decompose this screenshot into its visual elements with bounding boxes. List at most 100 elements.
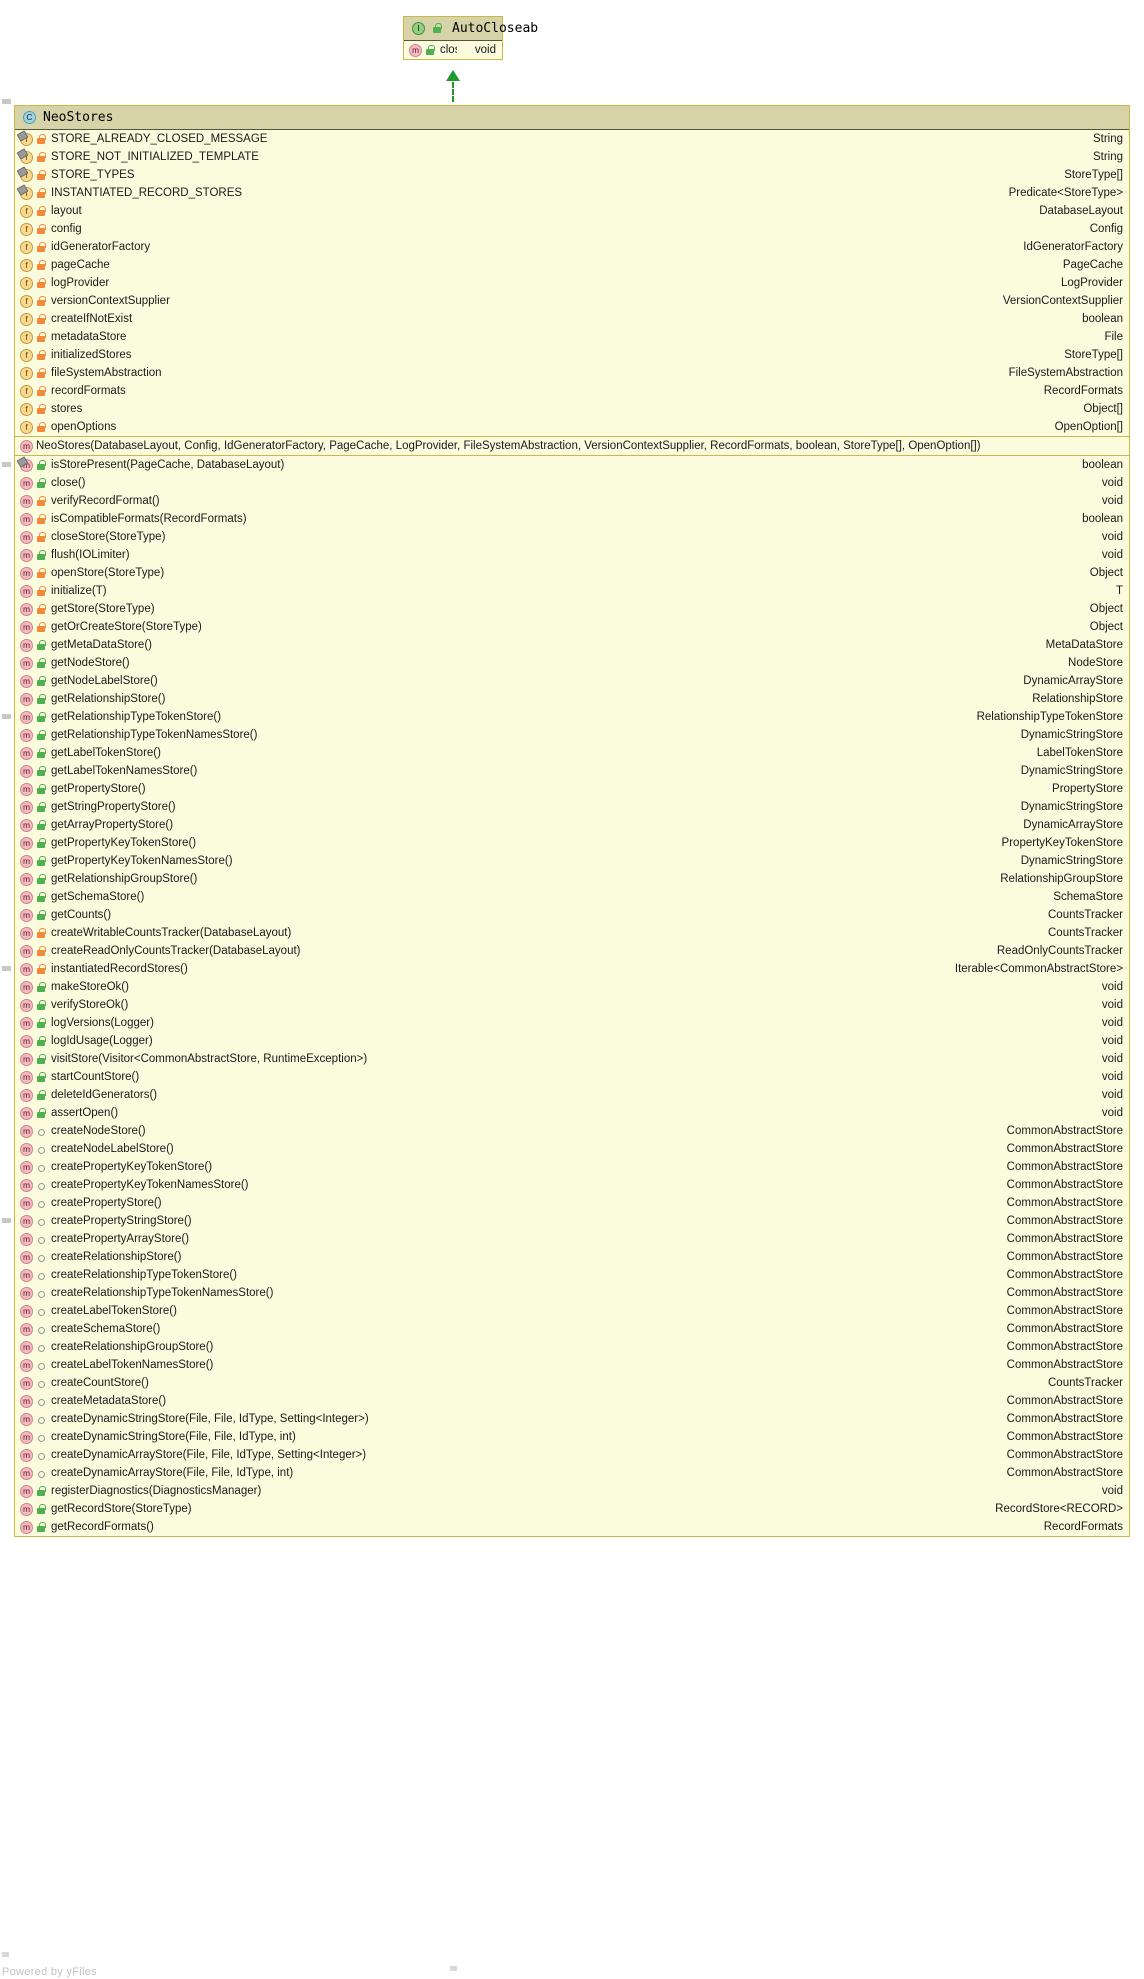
- method-row[interactable]: m closeStore(StoreType) void: [15, 528, 1129, 546]
- method-row[interactable]: m flush(IOLimiter) void: [15, 546, 1129, 564]
- method-name: createCountStore(): [51, 1377, 149, 1389]
- private-lock-icon: [36, 259, 47, 272]
- method-row[interactable]: m createRelationshipTypeTokenStore() Commo…: [15, 1266, 1129, 1284]
- private-lock-icon: [36, 963, 47, 976]
- method-name: createRelationshipTypeTokenNamesStore(): [51, 1287, 274, 1299]
- method-row[interactable]: m createWritableCountsTracker(DatabaseLay…: [15, 924, 1129, 942]
- method-icon: m: [20, 1394, 33, 1408]
- method-row[interactable]: m close() void: [15, 474, 1129, 492]
- field-row[interactable]: f versionContextSupplier VersionContextSup…: [15, 292, 1129, 310]
- method-row[interactable]: m getLabelTokenStore() LabelTokenStore: [15, 744, 1129, 762]
- method-row[interactable]: m createPropertyKeyTokenStore() CommonAbst…: [15, 1158, 1129, 1176]
- method-row[interactable]: m getPropertyKeyTokenStore() PropertyKeyTo…: [15, 834, 1129, 852]
- method-row[interactable]: m createMetadataStore() CommonAbstractStor…: [15, 1392, 1129, 1410]
- method-row[interactable]: m getPropertyStore() PropertyStore: [15, 780, 1129, 798]
- field-name: createIfNotExist: [51, 313, 133, 325]
- method-row[interactable]: m getRelationshipGroupStore() Relationship…: [15, 870, 1129, 888]
- method-row[interactable]: m createPropertyStore() CommonAbstractStor…: [15, 1194, 1129, 1212]
- package-private-icon: [36, 1161, 47, 1174]
- field-row[interactable]: f config Config: [15, 220, 1129, 238]
- method-row[interactable]: m createNodeLabelStore() CommonAbstractSto…: [15, 1140, 1129, 1158]
- method-row[interactable]: m getSchemaStore() SchemaStore: [15, 888, 1129, 906]
- method-row[interactable]: m getNodeLabelStore() DynamicArrayStore: [15, 672, 1129, 690]
- method-row[interactable]: m isCompatibleFormats(RecordFormats) boole…: [15, 510, 1129, 528]
- method-row[interactable]: m getStringPropertyStore() DynamicStringSt…: [15, 798, 1129, 816]
- method-row[interactable]: m isStorePresent(PageCache, DatabaseLayou…: [15, 456, 1129, 474]
- field-row[interactable]: f INSTANTIATED_RECORD_STORES Predicate<Sto…: [15, 184, 1129, 202]
- method-row[interactable]: m createLabelTokenNamesStore() CommonAbstr…: [15, 1356, 1129, 1374]
- method-row[interactable]: m logVersions(Logger) void: [15, 1014, 1129, 1032]
- method-row[interactable]: m createNodeStore() CommonAbstractStore: [15, 1122, 1129, 1140]
- field-row[interactable]: f metadataStore File: [15, 328, 1129, 346]
- method-row[interactable]: m visitStore(Visitor<CommonAbstractStore,…: [15, 1050, 1129, 1068]
- method-row[interactable]: m instantiatedRecordStores() Iterable<Comm…: [15, 960, 1129, 978]
- method-row[interactable]: m getStore(StoreType) Object: [15, 600, 1129, 618]
- field-row[interactable]: f STORE_ALREADY_CLOSED_MESSAGE String: [15, 130, 1129, 148]
- method-row[interactable]: m createPropertyArrayStore() CommonAbstrac…: [15, 1230, 1129, 1248]
- method-row[interactable]: m makeStoreOk() void: [15, 978, 1129, 996]
- method-row[interactable]: m createDynamicArrayStore(File, File, IdT…: [15, 1464, 1129, 1482]
- method-row[interactable]: m registerDiagnostics(DiagnosticsManager)…: [15, 1482, 1129, 1500]
- method-row[interactable]: m getArrayPropertyStore() DynamicArrayStor…: [15, 816, 1129, 834]
- method-row[interactable]: m createRelationshipStore() CommonAbstract…: [15, 1248, 1129, 1266]
- method-name: createMetadataStore(): [51, 1395, 167, 1407]
- method-row[interactable]: m getRelationshipTypeTokenStore() Relation…: [15, 708, 1129, 726]
- method-row[interactable]: m startCountStore() void: [15, 1068, 1129, 1086]
- method-row[interactable]: m createReadOnlyCountsTracker(DatabaseLay…: [15, 942, 1129, 960]
- method-name: createPropertyKeyTokenStore(): [51, 1161, 213, 1173]
- method-row[interactable]: m createDynamicStringStore(File, File, Id…: [15, 1410, 1129, 1428]
- method-row[interactable]: m getCounts() CountsTracker: [15, 906, 1129, 924]
- public-lock-icon: [36, 1035, 47, 1048]
- method-row[interactable]: m createSchemaStore() CommonAbstractStore: [15, 1320, 1129, 1338]
- method-row[interactable]: m createDynamicArrayStore(File, File, IdT…: [15, 1446, 1129, 1464]
- method-row[interactable]: m getLabelTokenNamesStore() DynamicStringS…: [15, 762, 1129, 780]
- method-row[interactable]: m getRecordStore(StoreType) RecordStore<RE…: [15, 1500, 1129, 1518]
- method-row[interactable]: m getPropertyKeyTokenNamesStore() DynamicS…: [15, 852, 1129, 870]
- member-row[interactable]: m close() void: [404, 41, 502, 59]
- method-row[interactable]: m createLabelTokenStore() CommonAbstractSt…: [15, 1302, 1129, 1320]
- method-row[interactable]: m createCountStore() CountsTracker: [15, 1374, 1129, 1392]
- method-name: getNodeStore(): [51, 657, 130, 669]
- method-row[interactable]: m createRelationshipGroupStore() CommonAbs…: [15, 1338, 1129, 1356]
- constructors-section: m NeoStores(DatabaseLayout, Config, IdGen…: [15, 436, 1129, 455]
- method-row[interactable]: m getMetaDataStore() MetaDataStore: [15, 636, 1129, 654]
- field-row[interactable]: f fileSystemAbstraction FileSystemAbstract…: [15, 364, 1129, 382]
- field-row[interactable]: f idGeneratorFactory IdGeneratorFactory: [15, 238, 1129, 256]
- field-row[interactable]: f logProvider LogProvider: [15, 274, 1129, 292]
- field-row[interactable]: f createIfNotExist boolean: [15, 310, 1129, 328]
- method-row[interactable]: m verifyStoreOk() void: [15, 996, 1129, 1014]
- method-row[interactable]: m createPropertyKeyTokenNamesStore() Commo…: [15, 1176, 1129, 1194]
- method-name: createLabelTokenStore(): [51, 1305, 177, 1317]
- class-box-neostores[interactable]: C NeoStores f STORE_ALREADY_CLOSED_MESSAG…: [14, 105, 1130, 1537]
- field-row[interactable]: f recordFormats RecordFormats: [15, 382, 1129, 400]
- method-type: Object: [1089, 567, 1123, 579]
- method-row[interactable]: m verifyRecordFormat() void: [15, 492, 1129, 510]
- method-row[interactable]: m openStore(StoreType) Object: [15, 564, 1129, 582]
- method-row[interactable]: m getOrCreateStore(StoreType) Object: [15, 618, 1129, 636]
- field-row[interactable]: f layout DatabaseLayout: [15, 202, 1129, 220]
- method-row[interactable]: m getRelationshipTypeTokenNamesStore() Dyn…: [15, 726, 1129, 744]
- field-name: STORE_ALREADY_CLOSED_MESSAGE: [51, 133, 268, 145]
- method-row[interactable]: m getRelationshipStore() RelationshipStore: [15, 690, 1129, 708]
- field-row[interactable]: f STORE_TYPES StoreType[]: [15, 166, 1129, 184]
- method-name: createDynamicArrayStore(File, File, IdTy…: [51, 1449, 367, 1461]
- method-type: CommonAbstractStore: [1006, 1413, 1123, 1425]
- interface-box-autocloseable[interactable]: I AutoCloseab m close() void: [403, 16, 538, 60]
- method-row[interactable]: m initialize(T) T: [15, 582, 1129, 600]
- constructor-row[interactable]: m NeoStores(DatabaseLayout, Config, IdGen…: [15, 437, 1129, 455]
- method-row[interactable]: m logIdUsage(Logger) void: [15, 1032, 1129, 1050]
- field-row[interactable]: f stores Object[]: [15, 400, 1129, 418]
- field-row[interactable]: f STORE_NOT_INITIALIZED_TEMPLATE String: [15, 148, 1129, 166]
- method-row[interactable]: m getRecordFormats() RecordFormats: [15, 1518, 1129, 1536]
- private-lock-icon: [36, 277, 47, 290]
- field-icon: f: [20, 384, 33, 398]
- method-row[interactable]: m createDynamicStringStore(File, File, Id…: [15, 1428, 1129, 1446]
- method-row[interactable]: m deleteIdGenerators() void: [15, 1086, 1129, 1104]
- field-row[interactable]: f initializedStores StoreType[]: [15, 346, 1129, 364]
- field-row[interactable]: f pageCache PageCache: [15, 256, 1129, 274]
- field-row[interactable]: f openOptions OpenOption[]: [15, 418, 1129, 436]
- method-row[interactable]: m getNodeStore() NodeStore: [15, 654, 1129, 672]
- method-row[interactable]: m assertOpen() void: [15, 1104, 1129, 1122]
- method-row[interactable]: m createRelationshipTypeTokenNamesStore()…: [15, 1284, 1129, 1302]
- method-row[interactable]: m createPropertyStringStore() CommonAbstra…: [15, 1212, 1129, 1230]
